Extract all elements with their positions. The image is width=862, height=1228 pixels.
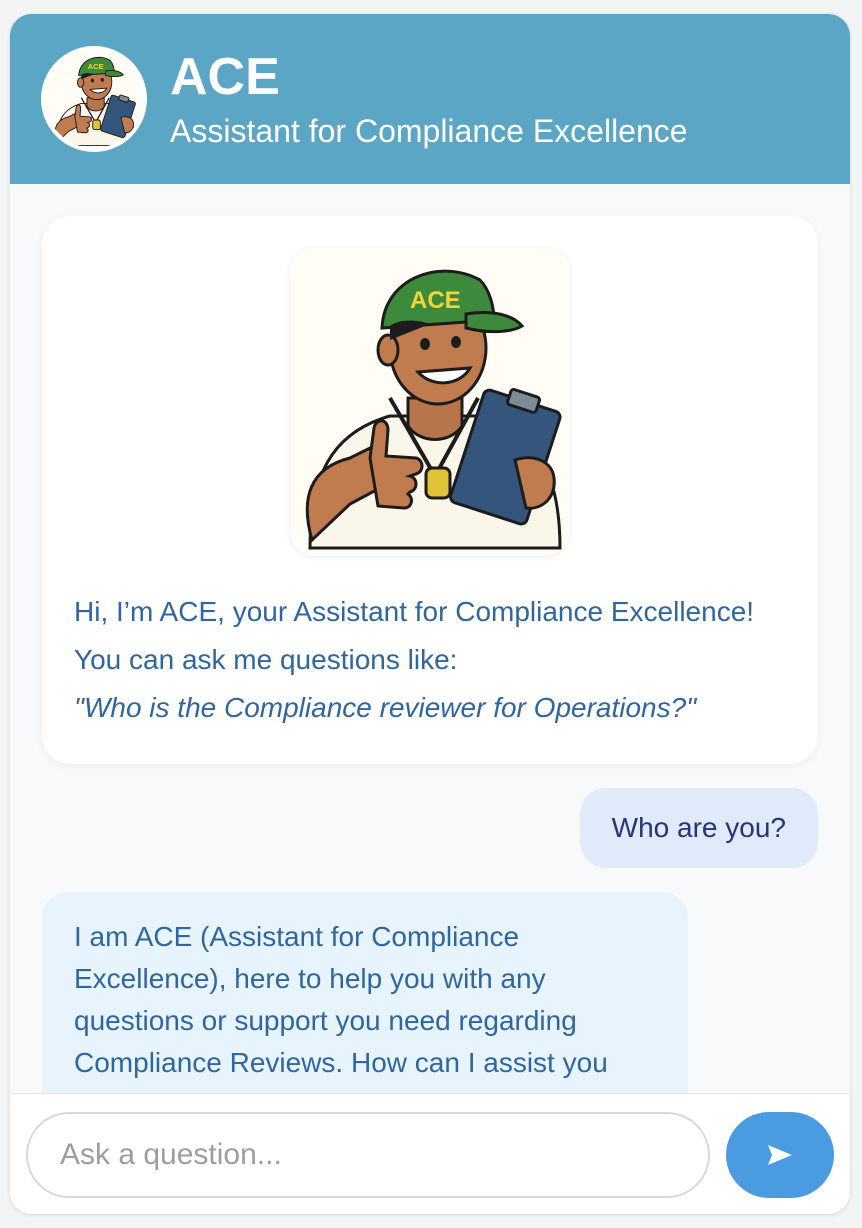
question-input[interactable] bbox=[26, 1112, 710, 1198]
chat-widget: ACE Assistant for Compliance Excellence … bbox=[10, 14, 850, 1214]
ace-mascot-icon bbox=[290, 248, 570, 556]
ace-avatar-icon bbox=[41, 46, 147, 152]
input-bar bbox=[10, 1093, 850, 1214]
welcome-intro: Hi, I’m ACE, your Assistant for Complian… bbox=[74, 596, 755, 675]
message-list[interactable]: Hi, I’m ACE, your Assistant for Complian… bbox=[10, 184, 850, 1093]
welcome-example-question: "Who is the Compliance reviewer for Oper… bbox=[74, 692, 697, 723]
welcome-message: Hi, I’m ACE, your Assistant for Complian… bbox=[74, 588, 804, 732]
assistant-message: I am ACE (Assistant for Compliance Excel… bbox=[42, 892, 688, 1093]
chat-header: ACE Assistant for Compliance Excellence bbox=[10, 14, 850, 184]
app-subtitle: Assistant for Compliance Excellence bbox=[170, 113, 688, 149]
send-arrow-icon bbox=[766, 1143, 794, 1167]
send-button[interactable] bbox=[726, 1112, 834, 1198]
app-title: ACE bbox=[170, 48, 280, 106]
user-message: Who are you? bbox=[579, 788, 818, 868]
welcome-card: Hi, I’m ACE, your Assistant for Complian… bbox=[42, 216, 818, 764]
